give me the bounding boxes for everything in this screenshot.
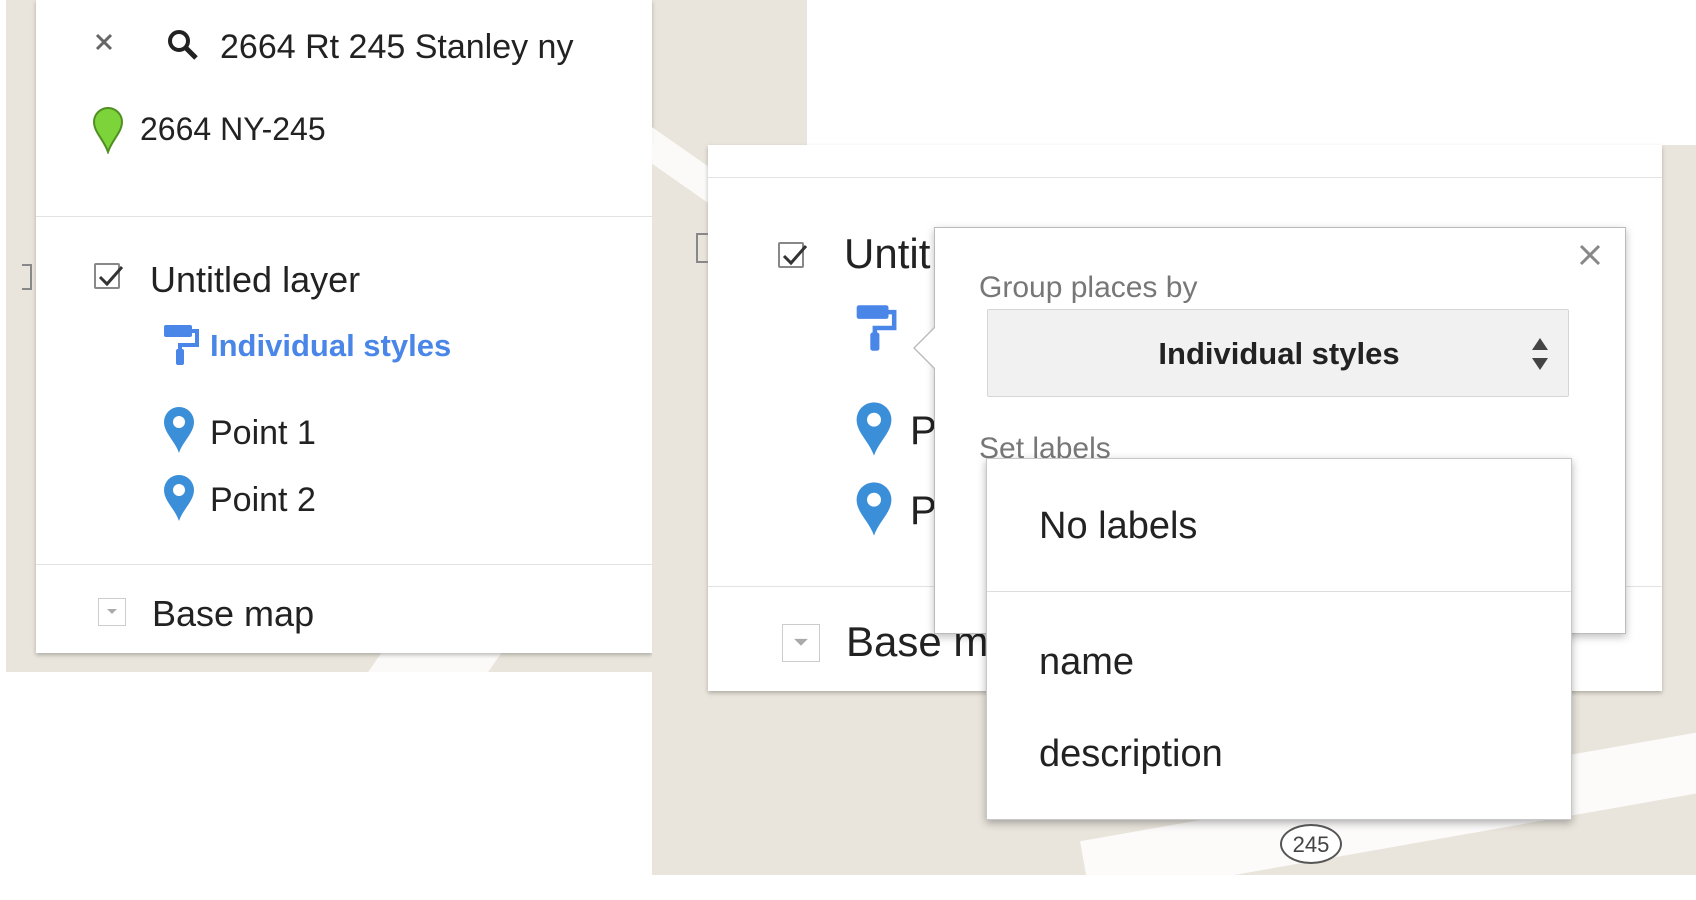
select-arrows-icon: [1528, 336, 1552, 372]
layer-checkbox[interactable]: [778, 242, 808, 268]
group-places-label: Group places by: [979, 271, 1198, 304]
search-result-pin-icon: [92, 106, 124, 156]
search-result[interactable]: 2664 NY-245: [140, 113, 326, 145]
label-option-no-labels[interactable]: No labels: [1039, 507, 1197, 545]
panel-divider: [36, 564, 652, 565]
search-query[interactable]: 2664 Rt 245 Stanley ny: [220, 30, 573, 64]
base-map-expand-icon[interactable]: [782, 624, 820, 662]
map-checkbox-edge: [22, 264, 32, 290]
point-1-pin-icon: [854, 400, 894, 458]
route-shield: 245: [1280, 824, 1342, 864]
layer-title[interactable]: Untitled layer: [150, 262, 360, 298]
point-2-pin-icon: [162, 473, 196, 523]
layer-style-link[interactable]: Individual styles: [210, 330, 451, 361]
panel-divider: [708, 177, 1662, 178]
panel-divider: [36, 216, 652, 217]
close-search-icon[interactable]: [92, 30, 116, 54]
menu-divider: [987, 591, 1571, 592]
map-checkbox-edge: [696, 233, 708, 263]
close-popup-icon[interactable]: [1575, 240, 1605, 270]
label-option-description[interactable]: description: [1039, 735, 1223, 773]
base-map-expand-icon[interactable]: [98, 598, 126, 626]
base-map-label[interactable]: Base map: [152, 596, 314, 632]
layer-title[interactable]: Untit: [844, 233, 930, 275]
paint-roller-icon: [162, 323, 200, 367]
point-2-label[interactable]: Point 2: [210, 483, 316, 517]
point-1-label[interactable]: Point 1: [210, 416, 316, 450]
point-2-pin-icon: [854, 480, 894, 538]
paint-roller-icon[interactable]: [854, 303, 898, 353]
group-places-select[interactable]: Individual styles: [987, 309, 1569, 397]
group-places-value: Individual styles: [1158, 336, 1400, 371]
point-1-pin-icon: [162, 405, 196, 455]
labels-dropdown-menu: No labels name description: [986, 458, 1572, 820]
layer-checkbox[interactable]: [94, 263, 124, 289]
point-1-label[interactable]: P: [910, 411, 937, 451]
left-layers-panel: 2664 Rt 245 Stanley ny 2664 NY-245 Untit…: [36, 0, 652, 653]
route-shield-number: 245: [1292, 832, 1330, 857]
point-2-label[interactable]: P: [910, 491, 937, 531]
popup-pointer-fill: [915, 326, 937, 370]
search-icon[interactable]: [166, 28, 200, 62]
label-option-name[interactable]: name: [1039, 643, 1134, 681]
